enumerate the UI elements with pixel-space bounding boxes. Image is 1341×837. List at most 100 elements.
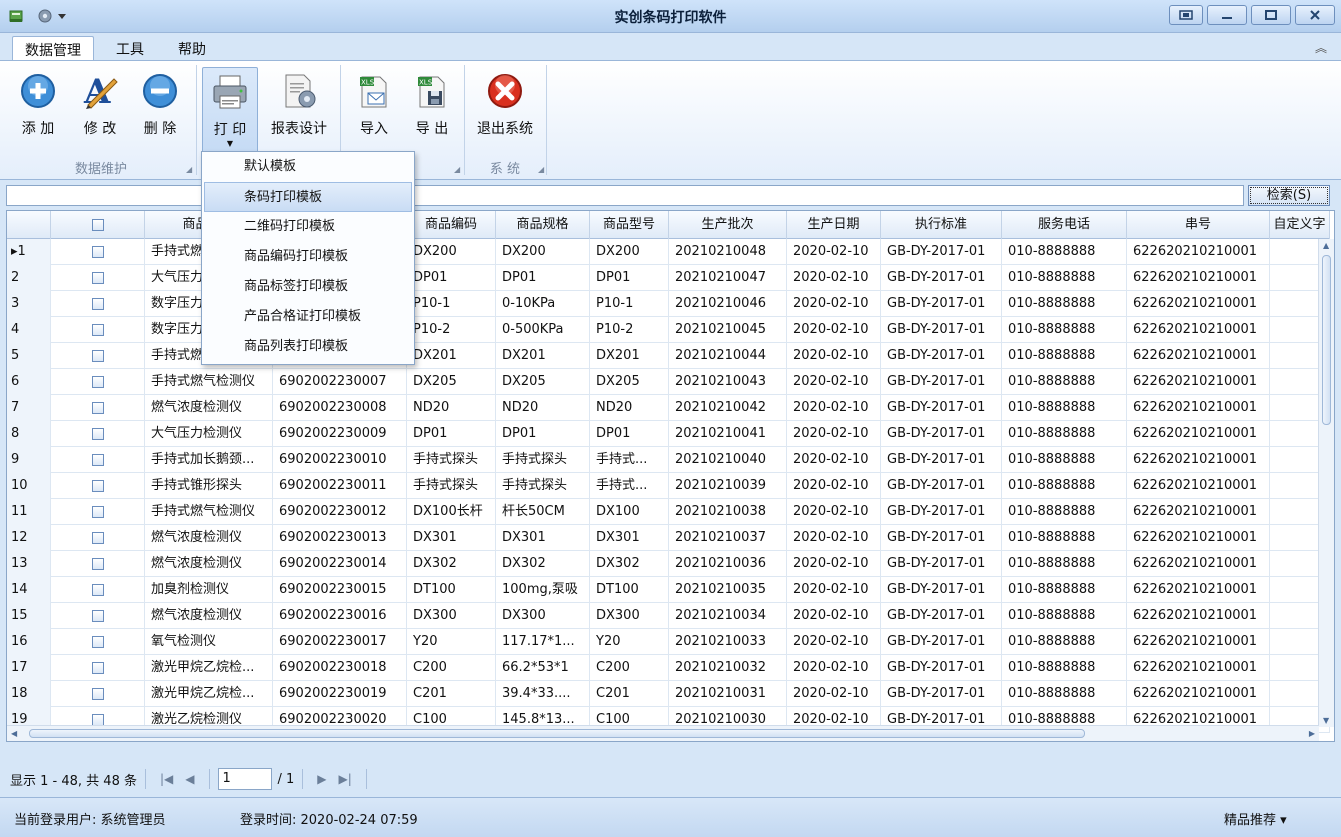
cell-batch[interactable]: 20210210047 (669, 265, 787, 291)
table-row[interactable]: 18 激光甲烷乙烷检... 6902002230019 C201 39.4*33....… (7, 681, 1330, 707)
tab-help[interactable]: 帮助 (166, 36, 218, 60)
table-row[interactable]: 14 加臭剂检测仪 6902002230015 DT100 100mg,泵吸 DT100 2… (7, 577, 1330, 603)
cell-standard[interactable]: GB-DY-2017-01 (881, 291, 1002, 317)
table-row[interactable]: 6 手持式燃气检测仪 6902002230007 DX205 DX205 DX205 202… (7, 369, 1330, 395)
cell-production-date[interactable]: 2020-02-10 (787, 499, 881, 525)
table-row[interactable]: 7 燃气浓度检测仪 6902002230008 ND20 ND20 ND20 2021021… (7, 395, 1330, 421)
cell-standard[interactable]: GB-DY-2017-01 (881, 395, 1002, 421)
delete-button[interactable]: 删 除 (132, 67, 188, 149)
cell-serial[interactable]: 622620210210001 (1127, 421, 1270, 447)
scroll-left-icon[interactable]: ◀ (11, 729, 17, 738)
cell-batch[interactable]: 20210210032 (669, 655, 787, 681)
cell-barcode[interactable]: 6902002230008 (273, 395, 407, 421)
scroll-right-icon[interactable]: ▶ (1309, 729, 1315, 738)
cell-product-name[interactable]: 燃气浓度检测仪 (145, 525, 273, 551)
cell-production-date[interactable]: 2020-02-10 (787, 317, 881, 343)
cell-product-code[interactable]: DX300 (407, 603, 496, 629)
cell-service-phone[interactable]: 010-8888888 (1002, 629, 1127, 655)
row-checkbox[interactable] (91, 428, 104, 440)
cell-spec[interactable]: 0-500KPa (496, 317, 590, 343)
cell-service-phone[interactable]: 010-8888888 (1002, 499, 1127, 525)
cell-serial[interactable]: 622620210210001 (1127, 291, 1270, 317)
cell-service-phone[interactable]: 010-8888888 (1002, 603, 1127, 629)
cell-barcode[interactable]: 6902002230007 (273, 369, 407, 395)
cell-service-phone[interactable]: 010-8888888 (1002, 395, 1127, 421)
cell-serial[interactable]: 622620210210001 (1127, 447, 1270, 473)
cell-barcode[interactable]: 6902002230015 (273, 577, 407, 603)
header-col-service-phone[interactable]: 服务电话 (1002, 211, 1127, 239)
cell-production-date[interactable]: 2020-02-10 (787, 369, 881, 395)
cell-model[interactable]: 手持式... (590, 447, 669, 473)
cell-serial[interactable]: 622620210210001 (1127, 369, 1270, 395)
cell-serial[interactable]: 622620210210001 (1127, 577, 1270, 603)
cell-product-name[interactable]: 燃气浓度检测仪 (145, 551, 273, 577)
cell-product-name[interactable]: 激光甲烷乙烷检... (145, 655, 273, 681)
cell-product-name[interactable]: 氧气检测仪 (145, 629, 273, 655)
cell-batch[interactable]: 20210210033 (669, 629, 787, 655)
cell-product-name[interactable]: 加臭剂检测仪 (145, 577, 273, 603)
cell-batch[interactable]: 20210210043 (669, 369, 787, 395)
row-checkbox-cell[interactable] (51, 499, 145, 525)
cell-serial[interactable]: 622620210210001 (1127, 525, 1270, 551)
cell-standard[interactable]: GB-DY-2017-01 (881, 421, 1002, 447)
menu-item-template-6[interactable]: 产品合格证打印模板 (202, 302, 414, 332)
cell-spec[interactable]: 手持式探头 (496, 473, 590, 499)
cell-standard[interactable]: GB-DY-2017-01 (881, 317, 1002, 343)
row-checkbox-cell[interactable] (51, 447, 145, 473)
cell-product-name[interactable]: 激光甲烷乙烷检... (145, 681, 273, 707)
table-row[interactable]: 11 手持式燃气检测仪 6902002230012 DX100长杆 杆长50CM DX10… (7, 499, 1330, 525)
cell-batch[interactable]: 20210210046 (669, 291, 787, 317)
menu-item-template-1[interactable]: 默认模板 (202, 152, 414, 182)
cell-product-name[interactable]: 手持式加长鹅颈... (145, 447, 273, 473)
cell-barcode[interactable]: 6902002230012 (273, 499, 407, 525)
row-checkbox[interactable] (91, 506, 104, 518)
row-checkbox[interactable] (91, 688, 104, 700)
row-checkbox[interactable] (91, 298, 104, 310)
cell-model[interactable]: DX200 (590, 239, 669, 265)
header-col-serial[interactable]: 串号 (1127, 211, 1270, 239)
cell-product-code[interactable]: 手持式探头 (407, 447, 496, 473)
restore-layout-button[interactable] (1169, 5, 1203, 25)
cell-standard[interactable]: GB-DY-2017-01 (881, 499, 1002, 525)
import-button[interactable]: XLS 导入 (346, 67, 402, 149)
menu-item-template-2[interactable]: 条码打印模板 (204, 182, 412, 212)
cell-batch[interactable]: 20210210037 (669, 525, 787, 551)
cell-product-name[interactable]: 大气压力检测仪 (145, 421, 273, 447)
cell-standard[interactable]: GB-DY-2017-01 (881, 447, 1002, 473)
cell-standard[interactable]: GB-DY-2017-01 (881, 343, 1002, 369)
cell-service-phone[interactable]: 010-8888888 (1002, 317, 1127, 343)
row-checkbox[interactable] (91, 402, 104, 414)
cell-model[interactable]: P10-1 (590, 291, 669, 317)
cell-spec[interactable]: DP01 (496, 421, 590, 447)
menu-item-template-5[interactable]: 商品标签打印模板 (202, 272, 414, 302)
cell-spec[interactable]: 66.2*53*1 (496, 655, 590, 681)
cell-model[interactable]: ND20 (590, 395, 669, 421)
cell-standard[interactable]: GB-DY-2017-01 (881, 265, 1002, 291)
cell-production-date[interactable]: 2020-02-10 (787, 655, 881, 681)
cell-product-name[interactable]: 手持式锥形探头 (145, 473, 273, 499)
cell-product-code[interactable]: C201 (407, 681, 496, 707)
tab-tools[interactable]: 工具 (104, 36, 156, 60)
cell-product-name[interactable]: 燃气浓度检测仪 (145, 395, 273, 421)
table-row[interactable]: 13 燃气浓度检测仪 6902002230014 DX302 DX302 DX302 202… (7, 551, 1330, 577)
row-checkbox-cell[interactable] (51, 343, 145, 369)
cell-batch[interactable]: 20210210038 (669, 499, 787, 525)
cell-serial[interactable]: 622620210210001 (1127, 265, 1270, 291)
row-checkbox-cell[interactable] (51, 291, 145, 317)
cell-serial[interactable]: 622620210210001 (1127, 395, 1270, 421)
cell-spec[interactable]: DX201 (496, 343, 590, 369)
cell-serial[interactable]: 622620210210001 (1127, 239, 1270, 265)
row-checkbox[interactable] (91, 532, 104, 544)
cell-model[interactable]: DX302 (590, 551, 669, 577)
tab-data-management[interactable]: 数据管理 (12, 36, 94, 60)
exit-system-button[interactable]: 退出系统 (470, 67, 540, 149)
table-row[interactable]: 9 手持式加长鹅颈... 6902002230010 手持式探头 手持式探头 手持式...… (7, 447, 1330, 473)
cell-standard[interactable]: GB-DY-2017-01 (881, 577, 1002, 603)
cell-production-date[interactable]: 2020-02-10 (787, 395, 881, 421)
cell-production-date[interactable]: 2020-02-10 (787, 421, 881, 447)
cell-spec[interactable]: 39.4*33.... (496, 681, 590, 707)
row-checkbox-cell[interactable] (51, 603, 145, 629)
header-col-batch[interactable]: 生产批次 (669, 211, 787, 239)
cell-production-date[interactable]: 2020-02-10 (787, 603, 881, 629)
row-checkbox[interactable] (91, 350, 104, 362)
